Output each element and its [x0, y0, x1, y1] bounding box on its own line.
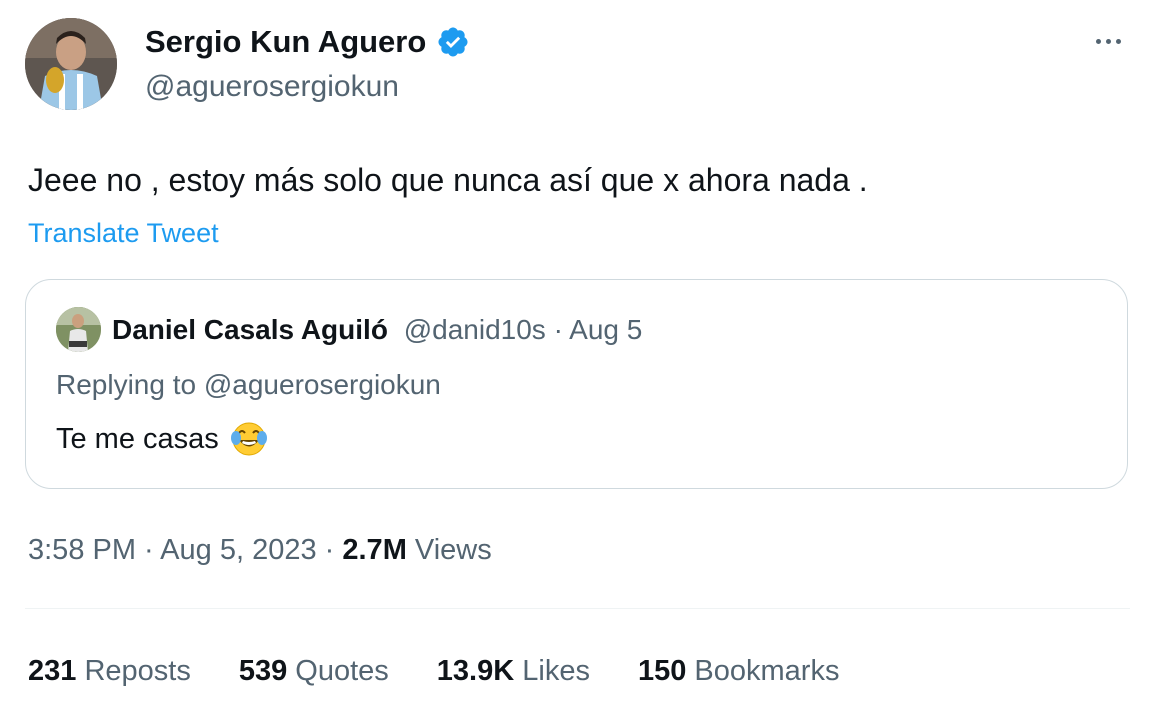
tweet-text: Jeee no , estoy más solo que nunca así q… — [28, 162, 868, 198]
tweet-date[interactable]: Aug 5, 2023 — [160, 534, 316, 566]
timestamp-separator: · — [136, 534, 161, 566]
quoted-author-handle[interactable]: @danid10s — [404, 314, 546, 345]
quoted-text-row: Te me casas — [56, 418, 269, 460]
author-name[interactable]: Sergio Kun Aguero — [145, 22, 426, 62]
quoted-tweet-card[interactable]: Daniel Casals Aguiló @danid10s · Aug 5 R… — [25, 279, 1128, 489]
quoted-author-name[interactable]: Daniel Casals Aguiló — [112, 314, 388, 345]
author-name-row[interactable]: Sergio Kun Aguero — [145, 22, 470, 62]
divider — [25, 608, 1130, 609]
quoted-replying-to: Replying to @aguerosergiokun — [56, 369, 441, 400]
likes-stat[interactable]: 13.9K Likes — [437, 651, 590, 691]
author-handle[interactable]: @aguerosergiokun — [145, 68, 399, 106]
bookmarks-stat[interactable]: 150 Bookmarks — [638, 651, 840, 691]
reposts-stat[interactable]: 231 Reposts — [28, 651, 191, 691]
quoted-header: Daniel Casals Aguiló @danid10s · Aug 5 — [112, 310, 642, 350]
engagement-stats: 231 Reposts 539 Quotes 13.9K Likes 150 B… — [28, 651, 887, 691]
bookmarks-count: 150 — [637, 655, 687, 687]
tweet-time[interactable]: 3:58 PM — [28, 534, 136, 566]
quotes-stat[interactable]: 539 Quotes — [239, 651, 389, 691]
quoted-text: Te me casas — [56, 423, 219, 455]
quotes-count: 539 — [238, 655, 288, 687]
quoted-separator: · — [545, 314, 570, 345]
reposts-label: Reposts — [84, 655, 191, 687]
views-separator: · — [316, 534, 343, 566]
reposts-count: 231 — [28, 655, 77, 687]
avatar-photo — [25, 18, 117, 110]
author-avatar[interactable] — [25, 18, 117, 110]
bookmarks-label: Bookmarks — [694, 655, 840, 687]
quotes-label: Quotes — [295, 655, 389, 687]
more-options-icon[interactable] — [1088, 26, 1128, 56]
quoted-avatar-photo — [56, 307, 101, 352]
tweet-timestamp-row: 3:58 PM · Aug 5, 2023 · 2.7M Views — [28, 530, 492, 570]
views-label: Views — [414, 534, 492, 566]
likes-count: 13.9K — [436, 655, 515, 687]
quoted-date[interactable]: Aug 5 — [569, 314, 642, 345]
quoted-author-avatar[interactable] — [56, 307, 101, 352]
likes-label: Likes — [522, 655, 590, 687]
translate-tweet-link[interactable]: Translate Tweet — [28, 215, 219, 251]
views-count: 2.7M — [342, 534, 407, 566]
verified-badge-icon — [438, 27, 468, 57]
face-with-tears-of-joy-icon — [230, 422, 267, 456]
